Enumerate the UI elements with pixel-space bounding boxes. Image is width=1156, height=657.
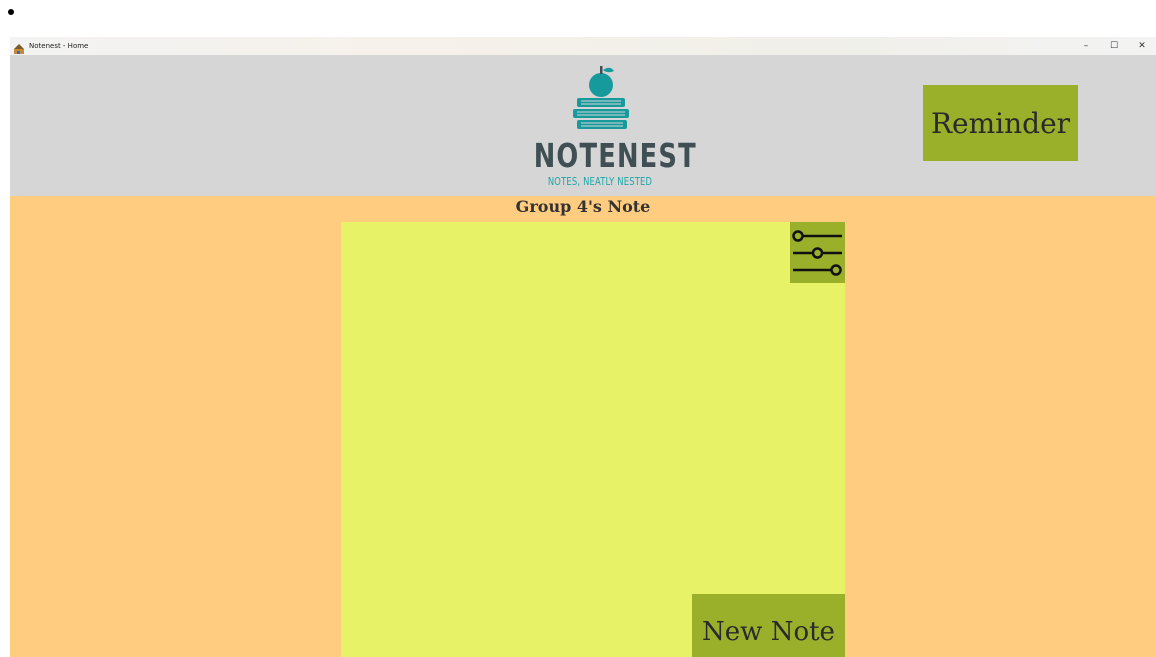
app-icon xyxy=(13,40,25,54)
notenest-logo: NOTENEST NOTES, NEATLY NESTED xyxy=(515,61,697,191)
minimize-button[interactable]: – xyxy=(1072,37,1100,55)
new-note-button[interactable]: New Note xyxy=(692,594,845,657)
note-list-panel: New Note xyxy=(341,222,845,657)
new-note-label: New Note xyxy=(702,617,835,647)
settings-button[interactable] xyxy=(790,222,845,283)
maximize-button[interactable]: ☐ xyxy=(1100,37,1128,55)
logo-wordmark: NOTENEST xyxy=(533,136,697,175)
group-note-title: Group 4's Note xyxy=(515,197,651,216)
sliders-icon xyxy=(792,230,842,276)
books-apple-logo-icon xyxy=(573,66,629,129)
window-title: Notenest - Home xyxy=(29,42,89,50)
header-bar: NOTENEST NOTES, NEATLY NESTED Reminder xyxy=(10,55,1156,196)
window-controls: – ☐ ✕ xyxy=(1072,37,1156,55)
reminder-button[interactable]: Reminder xyxy=(923,85,1078,161)
close-button[interactable]: ✕ xyxy=(1128,37,1156,55)
bullet-dot xyxy=(8,9,14,15)
title-bar: Notenest - Home – ☐ ✕ xyxy=(10,37,1156,55)
logo-tagline: NOTES, NEATLY NESTED xyxy=(547,175,653,188)
app-window: Notenest - Home – ☐ ✕ NOTENEST NOTES, NE… xyxy=(10,37,1156,657)
